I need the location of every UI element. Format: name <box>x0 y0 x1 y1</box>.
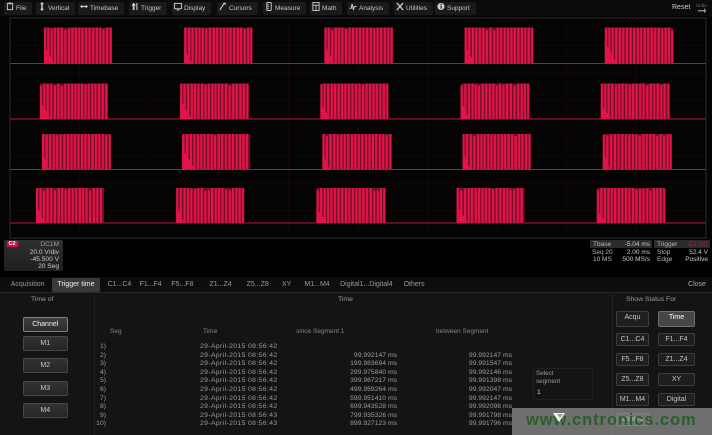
svg-text:Undo: Undo <box>696 3 707 8</box>
